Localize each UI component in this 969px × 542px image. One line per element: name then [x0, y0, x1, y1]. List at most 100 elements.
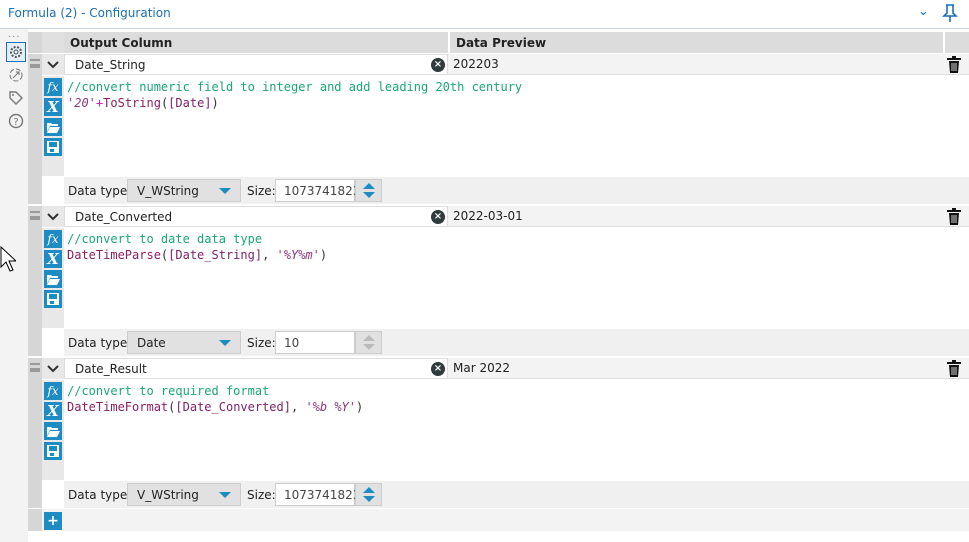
collapse-chevron-icon[interactable] — [42, 54, 64, 75]
mouse-cursor-icon — [0, 246, 16, 272]
folder-open-icon[interactable] — [44, 422, 62, 440]
trash-icon[interactable] — [946, 208, 962, 225]
formula-block: Date_String × 202203 fx X //convert nume… — [28, 54, 969, 204]
trash-icon[interactable] — [946, 56, 962, 73]
code-line: //convert numeric field to integer and a… — [67, 79, 966, 95]
clear-icon[interactable]: × — [431, 58, 445, 72]
connection-icon[interactable] — [6, 65, 26, 85]
function-icon[interactable]: fx — [44, 382, 62, 400]
code-token-fn: ToString — [103, 96, 161, 110]
code-token-pl: ) — [356, 400, 364, 414]
data-type-label: Data type: — [68, 488, 132, 502]
clear-icon[interactable]: × — [431, 210, 445, 224]
code-token-fn: DateTimeFormat — [67, 400, 169, 414]
size-label: Size: — [247, 488, 276, 502]
data-type-select[interactable]: V_WString — [127, 179, 241, 202]
dropdown-arrow-icon — [219, 492, 231, 498]
size-input[interactable]: 1073741823 — [275, 179, 360, 202]
code-line: '20'+ToString([Date]) — [67, 95, 966, 111]
variable-icon[interactable]: X — [44, 250, 62, 268]
code-token-str: '20' — [67, 96, 96, 110]
code-token-str: '%b %Y' — [305, 400, 357, 414]
save-icon[interactable] — [44, 290, 62, 308]
folder-open-icon[interactable] — [44, 270, 62, 288]
dropdown-arrow-icon — [219, 340, 231, 346]
code-token-comment: //convert to date data type — [67, 232, 263, 246]
save-icon[interactable] — [44, 138, 62, 156]
output-column-input[interactable]: Date_String × — [64, 54, 448, 75]
code-token-pl: ) — [211, 96, 219, 110]
collapse-chevron-icon[interactable] — [42, 358, 64, 379]
data-preview-value: 202203 — [453, 57, 499, 71]
size-spinner[interactable] — [355, 483, 382, 506]
header-output-column[interactable]: Output Column — [64, 32, 448, 53]
code-token-pl: , — [262, 248, 277, 262]
header-data-preview[interactable]: Data Preview — [450, 32, 943, 53]
code-token-fld: [Date_String] — [168, 248, 263, 262]
code-line: DateTimeFormat([Date_Converted], '%b %Y'… — [67, 399, 966, 415]
data-type-label: Data type: — [68, 336, 132, 350]
formula-block: Date_Converted × 2022-03-01 fx X //conve… — [28, 206, 969, 356]
add-row: + — [28, 509, 969, 531]
save-icon[interactable] — [44, 442, 62, 460]
chevron-down-icon[interactable]: ⌄ — [918, 4, 929, 19]
more-dots[interactable]: ... — [8, 29, 21, 40]
function-icon[interactable]: fx — [44, 230, 62, 248]
drag-handle[interactable] — [28, 206, 42, 356]
spin-up-icon — [363, 335, 375, 341]
code-token-comment: //convert numeric field to integer and a… — [67, 80, 523, 94]
code-token-pl: , — [290, 400, 306, 414]
spin-down-icon — [363, 344, 375, 350]
help-icon[interactable]: ? — [6, 111, 26, 131]
dropdown-arrow-icon — [219, 188, 231, 194]
collapse-chevron-icon[interactable] — [42, 206, 64, 227]
size-label: Size: — [247, 184, 276, 198]
code-token-fn: DateTimeParse — [67, 248, 161, 262]
expression-editor[interactable]: //convert to date data type DateTimeParse… — [64, 228, 969, 328]
expression-editor[interactable]: //convert to required format DateTimeForm… — [64, 380, 969, 480]
code-token-comment: //convert to required format — [67, 384, 270, 398]
code-token-fld: [Date] — [168, 96, 212, 110]
gear-icon[interactable] — [6, 42, 26, 62]
trash-icon[interactable] — [946, 360, 962, 377]
spin-down-icon — [363, 192, 375, 198]
formula-block: Date_Result × Mar 2022 fx X //convert to… — [28, 358, 969, 508]
size-spinner[interactable] — [355, 331, 382, 354]
data-preview-value: Mar 2022 — [453, 361, 510, 375]
title-bar: Formula (2) - Configuration ⌄ — [0, 0, 969, 29]
drag-handle[interactable] — [28, 54, 42, 204]
size-spinner[interactable] — [355, 179, 382, 202]
data-type-label: Data type: — [68, 184, 132, 198]
svg-text:?: ? — [13, 117, 18, 128]
variable-icon[interactable]: X — [44, 98, 62, 116]
code-token-fld: [Date_Converted] — [175, 400, 291, 414]
code-token-pl: ) — [319, 248, 328, 262]
code-token-str: '%Y%m' — [276, 248, 320, 262]
spin-down-icon — [363, 496, 375, 502]
add-formula-button[interactable]: + — [44, 512, 62, 530]
variable-icon[interactable]: X — [44, 402, 62, 420]
spin-up-icon — [363, 487, 375, 493]
folder-open-icon[interactable] — [44, 118, 62, 136]
output-column-input[interactable]: Date_Result × — [64, 358, 448, 379]
clear-icon[interactable]: × — [431, 362, 445, 376]
function-icon[interactable]: fx — [44, 78, 62, 96]
drag-handle[interactable] — [28, 358, 42, 508]
output-column-input[interactable]: Date_Converted × — [64, 206, 448, 227]
side-toolbar: ... ? — [0, 29, 28, 542]
data-type-select[interactable]: Date — [127, 331, 241, 354]
code-line: //convert to required format — [67, 383, 966, 399]
tag-icon[interactable] — [6, 88, 26, 108]
data-type-select[interactable]: V_WString — [127, 483, 241, 506]
code-line: DateTimeParse([Date_String], '%Y%m') — [67, 247, 966, 263]
window-title: Formula (2) - Configuration — [8, 6, 171, 20]
pin-icon[interactable] — [942, 4, 958, 22]
formula-grid: Output Column Data Preview Date_String ×… — [28, 29, 969, 542]
expression-editor[interactable]: //convert numeric field to integer and a… — [64, 76, 969, 176]
spin-up-icon — [363, 183, 375, 189]
size-input[interactable]: 10 — [275, 331, 355, 354]
code-line: //convert to date data type — [67, 231, 966, 247]
size-input[interactable]: 1073741823 — [275, 483, 360, 506]
size-label: Size: — [247, 336, 276, 350]
data-preview-value: 2022-03-01 — [453, 209, 523, 223]
